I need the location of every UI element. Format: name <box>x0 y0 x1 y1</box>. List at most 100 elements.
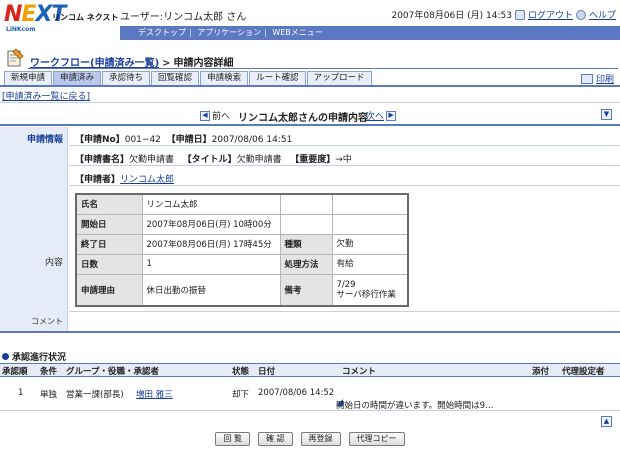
user-label: ユーザー:リンコム太郎 さん <box>120 12 247 23</box>
workflow-icon <box>7 48 24 67</box>
circulate-button[interactable]: 回 覧 <box>215 432 250 446</box>
start-key: 開始日 <box>75 213 143 235</box>
empty-cell <box>279 213 333 235</box>
application-date-label: 【申請日】 <box>166 135 212 145</box>
action-buttons: 回 覧 確 認 再登録 代理コピー <box>0 432 620 446</box>
detail-bottom-divider <box>0 331 620 333</box>
nav-divider <box>0 124 620 126</box>
back-link-container: [申請済み一覧に戻る] <box>2 89 90 102</box>
reregister-button[interactable]: 再登録 <box>300 432 341 446</box>
title-value: 欠勤申請書 <box>236 155 282 165</box>
tab-new-application[interactable]: 新規申請 <box>4 71 53 85</box>
tab-bar: 新規申請 申請済み 承認待ち 回覧確認 申請検索 ルート確認 アップロード <box>4 71 373 85</box>
next-control[interactable]: 次へ ▶ <box>366 109 397 122</box>
reason-key: 申請理由 <box>75 273 143 307</box>
logout-link[interactable]: ログアウト <box>528 8 573 21</box>
subnav-web-menu[interactable]: WEBメニュー <box>272 28 322 37</box>
header-right: 2007年08月06日 (月) 14:53 ログアウト ヘルプ <box>391 8 616 21</box>
back-to-list-link[interactable]: [申請済み一覧に戻る] <box>2 92 90 102</box>
section-info-label: 申請情報 <box>26 135 63 145</box>
arrow-left-icon[interactable]: ◀ <box>200 110 210 121</box>
col-group: グループ・役職・承認者 <box>66 367 159 377</box>
applicant-link[interactable]: リンコム太郎 <box>120 175 174 185</box>
tab-upload[interactable]: アップロード <box>306 71 372 85</box>
remarks-line-1: 7/29 <box>336 279 356 290</box>
tab-route-check[interactable]: ルート確認 <box>249 71 306 85</box>
app-header: NEXT LiNKcom リンコム ネクスト ユーザー:リンコム太郎 さん 20… <box>0 0 620 42</box>
applicant-label: 【申請者】 <box>75 175 121 185</box>
content-table: 氏名 リンコム太郎 開始日 2007年08月06日(月) 10時00分 終了日 … <box>75 193 409 307</box>
remarks-key: 備考 <box>279 273 333 307</box>
table-row: 開始日 2007年08月06日(月) 10時00分 <box>75 213 409 235</box>
docname-label: 【申請書名】 <box>75 155 130 165</box>
priority-value: →中 <box>335 155 352 165</box>
subnav-application[interactable]: アプリケーション <box>197 28 261 37</box>
print-link[interactable]: 印刷 <box>596 72 614 85</box>
next-link[interactable]: 次へ <box>366 109 384 122</box>
remarks-line-2: サーバ移行作業 <box>336 289 396 300</box>
approver-link[interactable]: 増田 雅三 <box>136 390 173 400</box>
logout-icon[interactable] <box>514 9 525 20</box>
tab-application-search[interactable]: 申請検索 <box>200 71 249 85</box>
subnav-desktop[interactable]: デスクトップ <box>138 28 186 37</box>
docname-value: 欠勤申請書 <box>129 155 175 165</box>
divider <box>69 145 620 146</box>
name-key: 氏名 <box>75 193 143 215</box>
logo-name: リンコム ネクスト <box>52 13 119 22</box>
collapse-down-icon[interactable]: ▼ <box>601 109 612 120</box>
end-key: 終了日 <box>75 233 143 255</box>
col-order: 承認順 <box>2 367 28 377</box>
sub-navigation: デスクトップ | アプリケーション | WEBメニュー <box>120 26 620 40</box>
start-value: 2007年08月06日(月) 10時00分 <box>141 213 281 235</box>
row-condition: 単独 <box>40 390 58 400</box>
empty-cell <box>331 213 409 235</box>
title-label: 【タイトル】 <box>182 155 237 165</box>
application-date-value: 2007/08/06 14:51 <box>211 135 293 145</box>
col-condition: 条件 <box>40 367 58 377</box>
scroll-top-icon[interactable]: ▲ <box>601 416 612 427</box>
divider <box>69 311 620 312</box>
logo: NEXT LiNKcom リンコム ネクスト <box>4 2 119 40</box>
info-line-number-date: 【申請No】001−42 【申請日】2007/08/06 14:51 <box>75 132 292 145</box>
confirm-button[interactable]: 確 認 <box>258 432 293 446</box>
col-proxy: 代理設定者 <box>562 367 605 377</box>
tab-circulation-check[interactable]: 回覧確認 <box>151 71 200 85</box>
info-line-document: 【申請書名】欠勤申請書 【タイトル】欠勤申請書 【重要度】→中 <box>75 152 352 165</box>
record-navigation: ◀ 前へ リンコム太郎さんの申請内容 次へ ▶ ▼ <box>0 106 620 124</box>
type-value: 欠勤 <box>331 233 409 255</box>
back-divider <box>0 102 620 103</box>
application-no-value: 001−42 <box>124 135 161 145</box>
tab-underline <box>0 85 620 87</box>
col-comment: コメント <box>342 367 377 377</box>
help-link[interactable]: ヘルプ <box>589 8 616 21</box>
tab-awaiting-approval[interactable]: 承認待ち <box>102 71 151 85</box>
breadcrumb-divider <box>28 68 618 69</box>
info-line-applicant: 【申請者】リンコム太郎 <box>75 172 174 185</box>
arrow-right-icon[interactable]: ▶ <box>386 110 397 121</box>
end-value: 2007年08月06日(月) 17時45分 <box>141 233 281 255</box>
proxy-copy-button[interactable]: 代理コピー <box>348 432 405 446</box>
detail-label-column: 申請情報 内容 コメント <box>0 127 68 332</box>
section-comment-label: コメント <box>31 317 63 326</box>
help-icon[interactable] <box>575 9 586 20</box>
approval-title-text: 承認進行状況 <box>12 353 67 363</box>
table-row: 氏名 リンコム太郎 <box>75 193 409 215</box>
header-datetime: 2007年08月06日 (月) 14:53 <box>391 11 512 21</box>
col-status: 状態 <box>232 367 250 377</box>
prev-control[interactable]: ◀ 前へ <box>200 109 230 122</box>
row-comment: 開始日の時間が違います。開始時間は9… <box>336 401 494 411</box>
reason-value: 休日出勤の振替 <box>141 273 281 307</box>
printer-icon[interactable] <box>580 73 593 84</box>
tab-submitted[interactable]: 申請済み <box>53 71 102 85</box>
breadcrumb: ワークフロー(申請済み一覧) > 申請内容詳細 <box>30 58 234 69</box>
breadcrumb-row: ワークフロー(申請済み一覧) > 申請内容詳細 <box>0 46 620 72</box>
table-row: 終了日 2007年08月06日(月) 17時45分 種類 欠勤 <box>75 233 409 255</box>
row-date: 2007/08/06 14:52 <box>258 388 335 398</box>
approval-table-header: 承認順 条件 グループ・役職・承認者 状態 日付 コメント 添付 代理設定者 <box>0 363 620 377</box>
bullet-icon <box>2 353 9 360</box>
remarks-value: 7/29 サーバ移行作業 <box>331 273 409 307</box>
days-value: 1 <box>141 253 281 275</box>
prev-label[interactable]: 前へ <box>212 109 230 122</box>
row-group: 営業一課(部長) <box>66 390 124 400</box>
row-status: 却下 <box>232 390 250 400</box>
